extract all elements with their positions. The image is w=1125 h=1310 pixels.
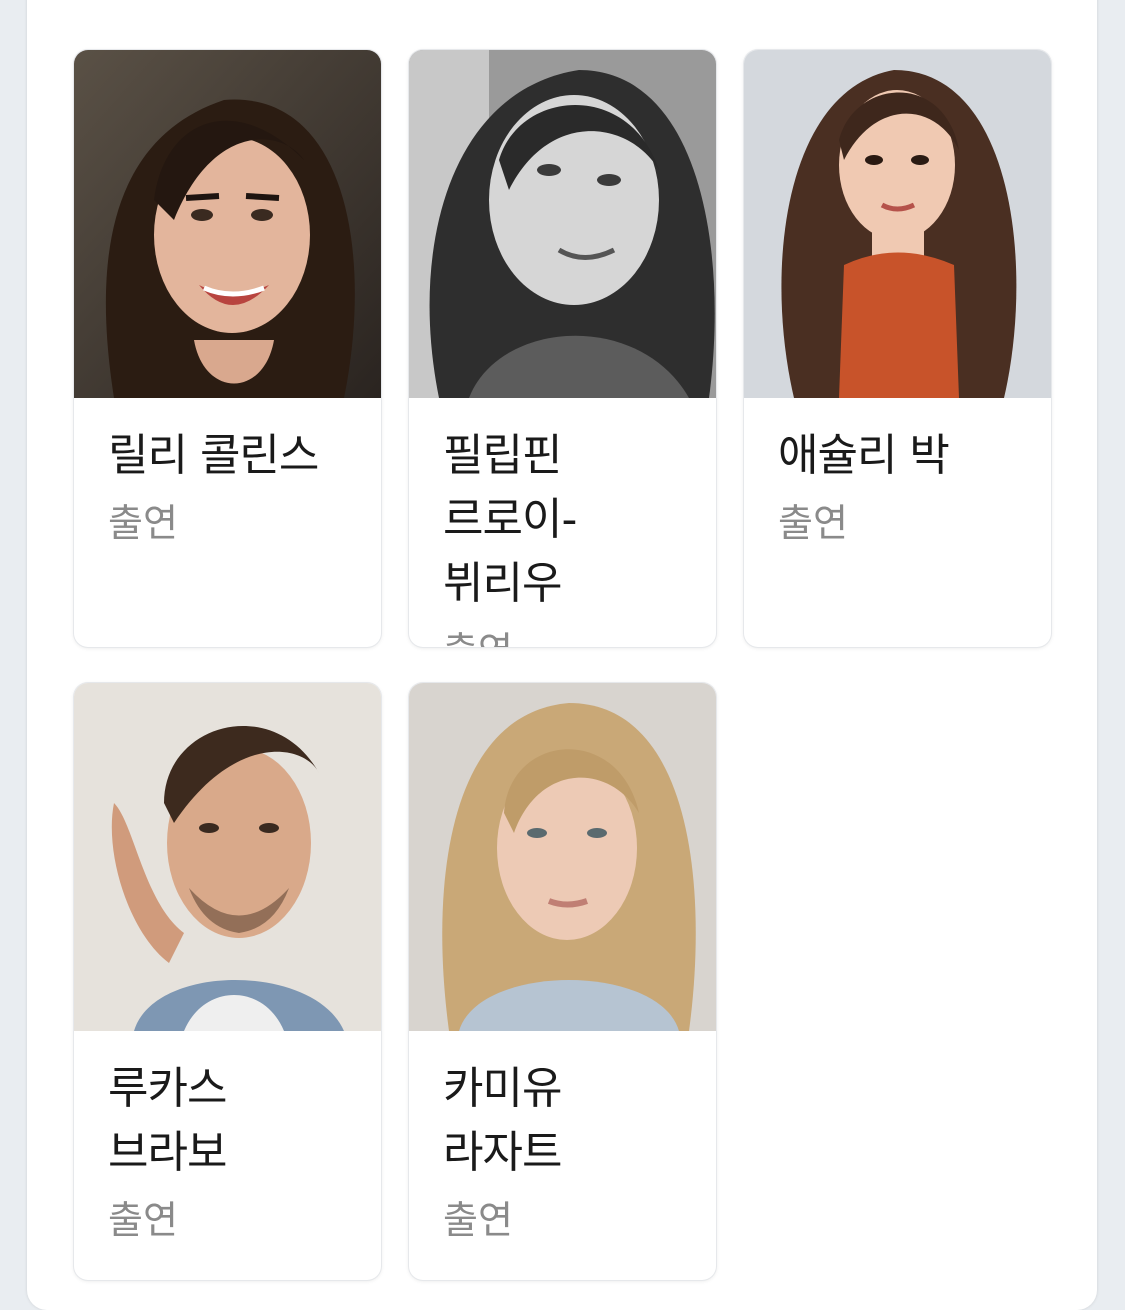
- cast-card[interactable]: 루카스 브라보 출연: [74, 683, 381, 1280]
- cast-photo: [409, 683, 716, 1031]
- cast-name: 애슐리 박: [778, 430, 950, 481]
- cast-photo: [744, 50, 1051, 398]
- cast-photo: [74, 50, 381, 398]
- cast-card[interactable]: 애슐리 박 출연: [744, 50, 1051, 647]
- cast-photo: [74, 683, 381, 1031]
- cast-role: 출연: [778, 501, 848, 545]
- cast-name: 필립핀 르로이-뷔리우: [443, 430, 577, 609]
- cast-role: 출연: [108, 1198, 178, 1242]
- cast-card[interactable]: 릴리 콜린스 출연: [74, 50, 381, 647]
- cast-role: 출연: [443, 1198, 513, 1242]
- cast-role: 출연: [443, 622, 682, 647]
- cast-name: 카미유 라자트: [443, 1063, 562, 1178]
- cast-grid: 릴리 콜린스 출연 필립핀 르로이-뷔리우 애슐리 박 출연 루카스 브라보 출…: [74, 50, 1051, 1280]
- cast-card[interactable]: 카미유 라자트 출연: [409, 683, 716, 1280]
- cast-card[interactable]: 필립핀 르로이-뷔리우 출연: [409, 50, 716, 647]
- cast-photo: [409, 50, 716, 398]
- cast-role: 출연: [108, 501, 178, 545]
- cast-name: 루카스 브라보: [108, 1063, 227, 1178]
- cast-name: 릴리 콜린스: [108, 430, 319, 481]
- cast-panel: 릴리 콜린스 출연 필립핀 르로이-뷔리우 애슐리 박 출연 루카스 브라보 출…: [27, 0, 1097, 1310]
